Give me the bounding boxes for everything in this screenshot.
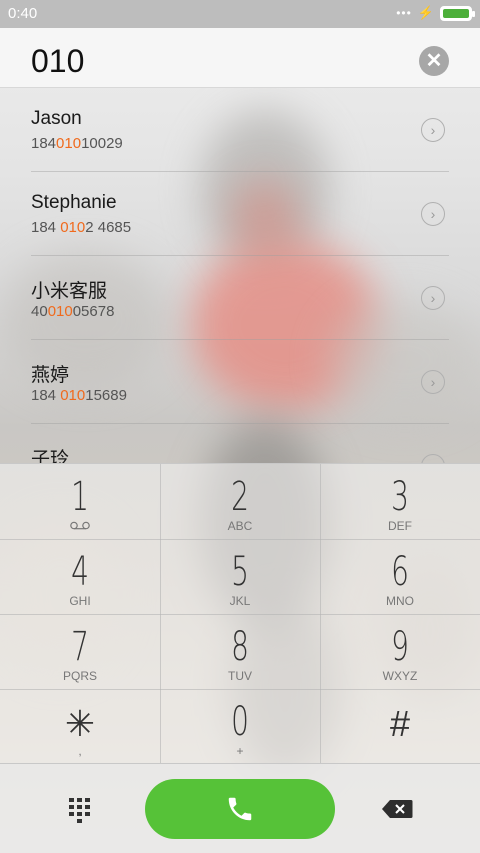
- contact-number: 18401010029: [31, 135, 123, 152]
- key-letters: JKL: [229, 594, 251, 608]
- contact-name: Jason: [31, 108, 82, 129]
- key-digit: 4: [71, 549, 89, 595]
- voicemail-icon: [70, 521, 90, 530]
- chevron-right-icon[interactable]: ›: [421, 454, 445, 463]
- battery-icon: [440, 5, 475, 21]
- key-letters: ABC: [227, 519, 253, 533]
- status-time: 0:40: [8, 5, 38, 22]
- dialed-number: 010: [31, 43, 85, 79]
- key-digit: 5: [231, 549, 249, 595]
- chevron-right-icon[interactable]: ›: [421, 118, 445, 142]
- contact-name: 小米客服: [31, 281, 108, 302]
- signal-dots-icon: •••: [396, 6, 412, 20]
- key-digit: 3: [391, 474, 409, 520]
- dial-keypad: 1 2 ABC 3 DEF 4 GHI 5 JKL 6 MNO 7 PQRS 8…: [0, 463, 480, 763]
- contact-name: 燕婷: [31, 365, 70, 386]
- key-digit: 6: [391, 549, 409, 595]
- key-digit: 8: [231, 624, 249, 670]
- charging-icon: ⚡: [417, 5, 434, 20]
- key-letters: TUV: [228, 669, 252, 683]
- key-9[interactable]: 9 WXYZ: [320, 614, 480, 689]
- key-1[interactable]: 1: [0, 464, 160, 539]
- key-0[interactable]: 0 +: [160, 689, 320, 764]
- key-digit: 9: [391, 624, 409, 670]
- key-letters: +: [236, 744, 244, 758]
- phone-icon: [228, 797, 252, 821]
- key-star[interactable]: ✳ ,: [0, 689, 160, 764]
- status-icons: ••• ⚡: [396, 4, 475, 22]
- star-icon: ✳: [64, 703, 96, 744]
- status-bar: 0:40 ••• ⚡: [0, 0, 480, 28]
- key-8[interactable]: 8 TUV: [160, 614, 320, 689]
- contact-item-stephanie[interactable]: Stephanie 184 0102 4685 ›: [0, 172, 480, 256]
- chevron-right-icon[interactable]: ›: [421, 202, 445, 226]
- contact-number: 184 01015689: [31, 387, 127, 404]
- hash-icon: #: [389, 703, 411, 744]
- contact-item-yanting[interactable]: 燕婷 184 01015689 ›: [0, 340, 480, 424]
- key-4[interactable]: 4 GHI: [0, 539, 160, 614]
- contact-item-ziling[interactable]: 子玲 ›: [0, 424, 480, 463]
- contact-number: 4001005678: [31, 303, 115, 320]
- contact-number: 184 0102 4685: [31, 219, 132, 236]
- key-letters: WXYZ: [382, 669, 418, 683]
- backspace-icon[interactable]: [381, 799, 413, 819]
- key-6[interactable]: 6 MNO: [320, 539, 480, 614]
- bottom-action-bar: [0, 763, 480, 853]
- key-hash[interactable]: #: [320, 689, 480, 764]
- key-2[interactable]: 2 ABC: [160, 464, 320, 539]
- contact-name: 子玲: [31, 449, 70, 463]
- key-digit: 2: [231, 474, 249, 520]
- dialpad-grid-icon[interactable]: [60, 794, 100, 824]
- key-digit: 7: [71, 624, 89, 670]
- key-7[interactable]: 7 PQRS: [0, 614, 160, 689]
- chevron-right-icon[interactable]: ›: [421, 286, 445, 310]
- key-letters: ,: [78, 744, 82, 758]
- clear-icon[interactable]: ✕: [419, 46, 449, 76]
- contact-suggestions-list: Jason 18401010029 › Stephanie 184 0102 4…: [0, 88, 480, 463]
- key-digit: 0: [231, 699, 249, 745]
- key-letters: PQRS: [62, 669, 97, 683]
- contact-name: Stephanie: [31, 192, 117, 213]
- key-digit: 1: [71, 474, 89, 520]
- contact-item-jason[interactable]: Jason 18401010029 ›: [0, 88, 480, 172]
- key-3[interactable]: 3 DEF: [320, 464, 480, 539]
- key-letters: MNO: [386, 594, 414, 608]
- key-letters: DEF: [388, 519, 412, 533]
- key-5[interactable]: 5 JKL: [160, 539, 320, 614]
- chevron-right-icon[interactable]: ›: [421, 370, 445, 394]
- call-button[interactable]: [145, 779, 335, 839]
- contact-item-xiaomi-service[interactable]: 小米客服 4001005678 ›: [0, 256, 480, 340]
- dialed-number-header: 010 ✕: [0, 28, 480, 88]
- key-letters: GHI: [69, 594, 91, 608]
